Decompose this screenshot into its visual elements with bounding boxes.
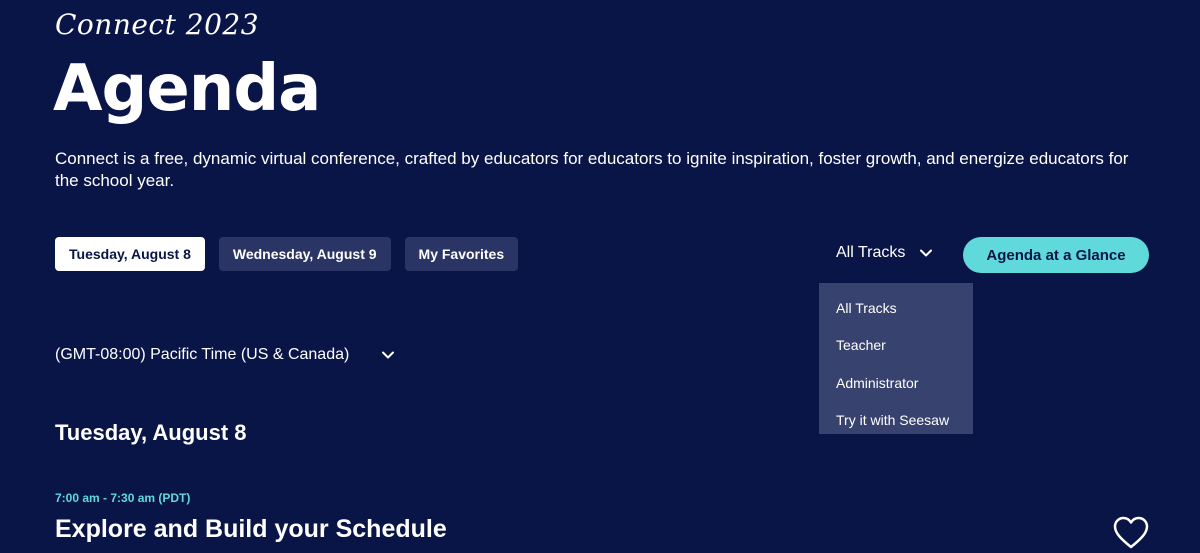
track-option-all[interactable]: All Tracks [819,289,973,327]
track-option-administrator[interactable]: Administrator [819,364,973,402]
timezone-select[interactable]: (GMT-08:00) Pacific Time (US & Canada) [55,346,395,364]
heart-outline-icon[interactable] [1113,516,1149,550]
agenda-at-a-glance-button[interactable]: Agenda at a Glance [963,237,1149,273]
track-filter-select[interactable]: All Tracks [836,244,933,262]
tab-my-favorites[interactable]: My Favorites [404,237,519,271]
track-option-seesaw[interactable]: Try it with Seesaw [819,402,973,440]
day-heading: Tuesday, August 8 [55,420,247,445]
chevron-down-icon [920,249,933,257]
session-time: 7:00 am - 7:30 am (PDT) [55,491,191,505]
event-eyebrow: Connect 2023 [55,8,260,41]
tab-tuesday[interactable]: Tuesday, August 8 [55,237,205,271]
session-title: Explore and Build your Schedule [55,515,447,543]
track-filter-value: All Tracks [836,244,906,261]
timezone-value: (GMT-08:00) Pacific Time (US & Canada) [55,346,350,363]
intro-text: Connect is a free, dynamic virtual confe… [55,149,1129,190]
page-title: Agenda [53,52,321,126]
track-dropdown-menu: All Tracks Teacher Administrator Try it … [819,283,973,434]
tab-wednesday[interactable]: Wednesday, August 9 [218,237,391,271]
day-tabs: Tuesday, August 8 Wednesday, August 9 My… [55,237,519,271]
chevron-down-icon [382,351,395,359]
track-option-teacher[interactable]: Teacher [819,327,973,365]
agenda-page: Connect 2023 Agenda Connect is a free, d… [0,0,1200,553]
